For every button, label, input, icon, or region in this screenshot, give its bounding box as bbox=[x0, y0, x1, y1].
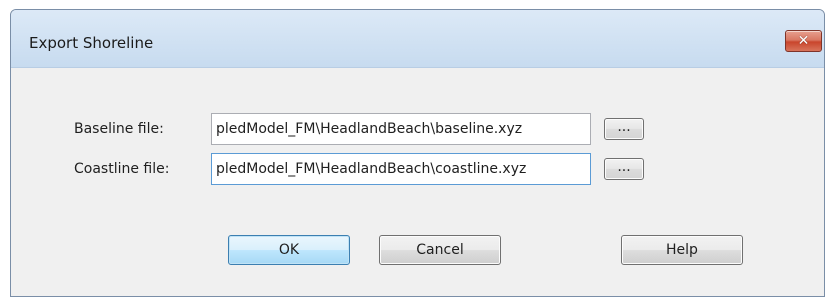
title-bar[interactable]: Export Shoreline ✕ bbox=[11, 10, 824, 68]
cancel-button[interactable]: Cancel bbox=[379, 235, 501, 265]
baseline-file-label: Baseline file: bbox=[74, 121, 164, 137]
baseline-file-value: pledModel_FM\HeadlandBeach\baseline.xyz bbox=[216, 121, 523, 137]
coastline-file-label: Coastline file: bbox=[74, 161, 170, 177]
close-icon: ✕ bbox=[797, 33, 810, 49]
coastline-file-input[interactable]: pledModel_FM\HeadlandBeach\coastline.xyz bbox=[211, 153, 591, 185]
ok-button[interactable]: OK bbox=[228, 235, 350, 265]
close-button[interactable]: ✕ bbox=[785, 30, 822, 52]
dialog-body: Baseline file: pledModel_FM\HeadlandBeac… bbox=[11, 68, 824, 296]
coastline-file-value: pledModel_FM\HeadlandBeach\coastline.xyz bbox=[216, 161, 527, 177]
baseline-browse-button[interactable]: ... bbox=[604, 118, 644, 140]
coastline-browse-button[interactable]: ... bbox=[604, 158, 644, 180]
screen: Export Shoreline ✕ Baseline file: pledMo… bbox=[0, 0, 827, 298]
export-shoreline-dialog: Export Shoreline ✕ Baseline file: pledMo… bbox=[10, 9, 825, 297]
dialog-title: Export Shoreline bbox=[29, 34, 154, 52]
baseline-file-input[interactable]: pledModel_FM\HeadlandBeach\baseline.xyz bbox=[211, 113, 591, 145]
help-button[interactable]: Help bbox=[621, 235, 743, 265]
